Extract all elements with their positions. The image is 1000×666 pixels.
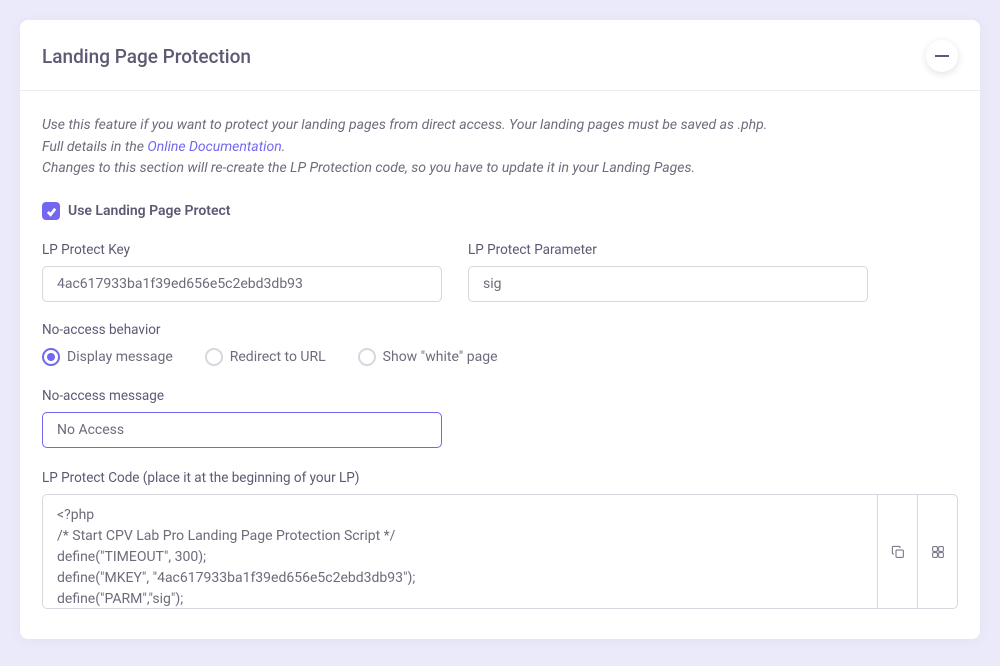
radio-circle-icon — [358, 348, 376, 366]
page-title: Landing Page Protection — [42, 45, 251, 68]
lp-protect-key-group: LP Protect Key — [42, 242, 442, 302]
radio-dot-icon — [47, 353, 55, 361]
radio-white-label: Show "white" page — [383, 349, 498, 365]
collapse-button[interactable] — [926, 40, 958, 72]
lp-protect-code-label: LP Protect Code (place it at the beginni… — [42, 470, 958, 486]
grid-icon — [930, 544, 946, 560]
no-access-message-label: No-access message — [42, 388, 958, 404]
info-line-1: Use this feature if you want to protect … — [42, 117, 767, 133]
expand-code-button[interactable] — [918, 494, 958, 609]
use-lp-protect-label: Use Landing Page Protect — [68, 203, 231, 219]
check-icon — [46, 206, 57, 217]
card-header: Landing Page Protection — [20, 20, 980, 91]
no-access-behavior-label: No-access behavior — [42, 322, 958, 338]
no-access-message-group: No-access message — [42, 388, 958, 448]
documentation-link[interactable]: Online Documentation — [147, 139, 281, 155]
lp-protection-card: Landing Page Protection Use this feature… — [20, 20, 980, 639]
use-lp-protect-checkbox[interactable] — [42, 202, 60, 220]
info-line-3: Changes to this section will re-create t… — [42, 160, 695, 176]
radio-redirect-label: Redirect to URL — [230, 349, 326, 365]
lp-protect-param-group: LP Protect Parameter — [468, 242, 868, 302]
radio-display-message[interactable]: Display message — [42, 348, 173, 366]
copy-code-button[interactable] — [878, 494, 918, 609]
radio-circle-icon — [205, 348, 223, 366]
lp-protect-param-label: LP Protect Parameter — [468, 242, 868, 258]
lp-protect-param-input[interactable] — [468, 266, 868, 302]
minus-icon — [935, 55, 949, 57]
no-access-message-input[interactable] — [42, 412, 442, 448]
radio-display-label: Display message — [67, 349, 173, 365]
key-param-row: LP Protect Key LP Protect Parameter — [42, 242, 958, 302]
radio-circle-icon — [42, 348, 60, 366]
radio-white-page[interactable]: Show "white" page — [358, 348, 498, 366]
lp-protect-key-input[interactable] — [42, 266, 442, 302]
radio-redirect-url[interactable]: Redirect to URL — [205, 348, 326, 366]
no-access-behavior-section: No-access behavior Display message Redir… — [42, 322, 958, 366]
info-text: Use this feature if you want to protect … — [42, 115, 958, 180]
code-actions — [878, 494, 958, 609]
card-body: Use this feature if you want to protect … — [20, 91, 980, 639]
lp-protect-code-group: LP Protect Code (place it at the beginni… — [42, 470, 958, 609]
lp-protect-code-textarea[interactable] — [42, 494, 878, 609]
behavior-radio-group: Display message Redirect to URL Show "wh… — [42, 348, 958, 366]
use-lp-protect-checkbox-row: Use Landing Page Protect — [42, 202, 958, 220]
info-line-2b: . — [282, 139, 286, 155]
code-container — [42, 494, 958, 609]
lp-protect-key-label: LP Protect Key — [42, 242, 442, 258]
copy-icon — [890, 544, 906, 560]
info-line-2a: Full details in the — [42, 139, 147, 155]
